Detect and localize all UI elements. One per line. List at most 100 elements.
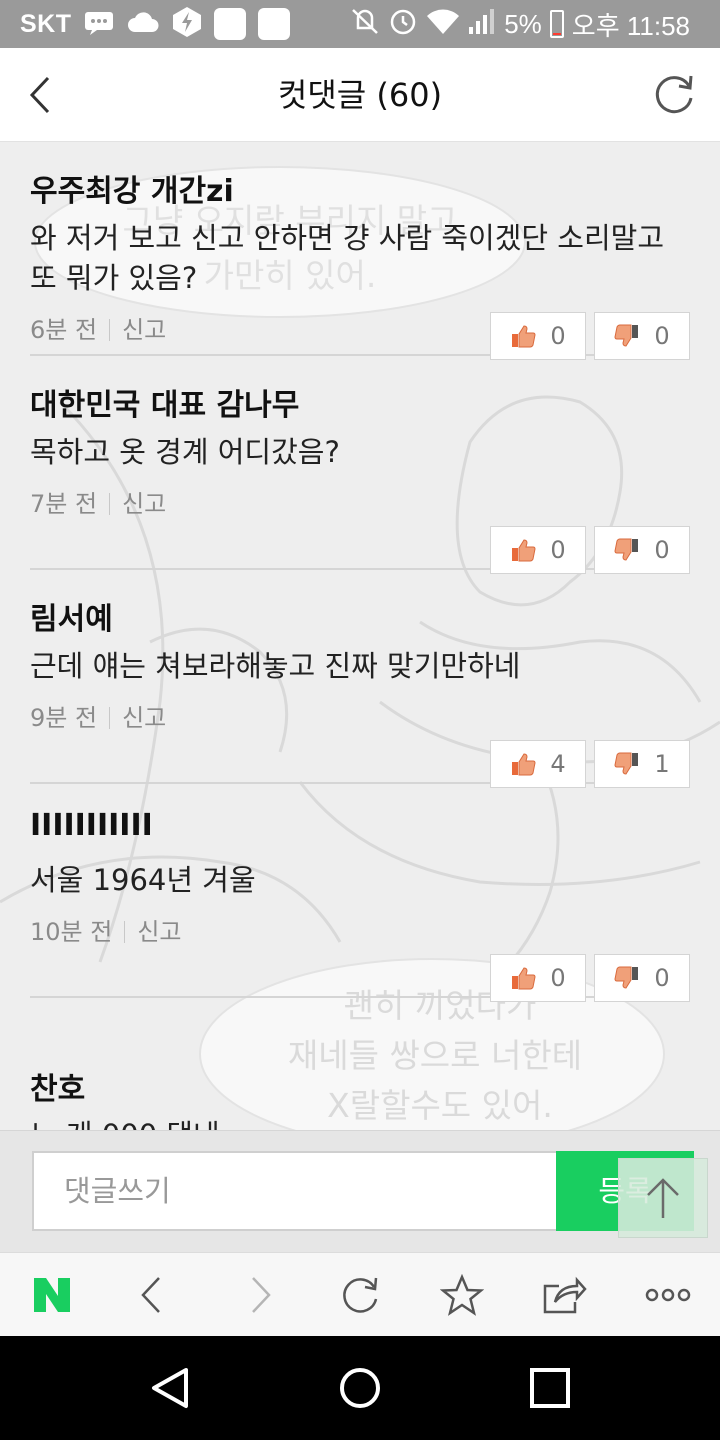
cloud-icon xyxy=(126,10,160,38)
forward-icon xyxy=(252,1277,271,1313)
system-nav-bar xyxy=(0,1336,720,1440)
share-button[interactable] xyxy=(540,1271,588,1319)
system-recents-button[interactable] xyxy=(524,1362,576,1414)
notification-icon xyxy=(257,8,290,40)
status-bar: SKT 5% 오후 11:58 xyxy=(0,0,720,48)
bubble-text: X랄할수도 있어. xyxy=(327,1086,553,1125)
comment-body: 근데 얘는 쳐보라해놓고 진짜 맞기만하네 xyxy=(30,649,521,683)
thumbs-up-icon xyxy=(512,325,536,348)
like-count: 0 xyxy=(550,536,566,564)
page-title: 컷댓글 (60) xyxy=(277,76,443,114)
thumbs-up-icon xyxy=(512,967,536,990)
naver-n-icon xyxy=(34,1278,70,1312)
more-icon xyxy=(645,1288,691,1302)
dislike-count: 0 xyxy=(654,322,670,350)
dislike-button[interactable]: 0 xyxy=(594,954,690,1002)
comment-meta: 9분 전 신고 xyxy=(30,698,166,733)
dislike-count: 0 xyxy=(654,964,670,992)
star-icon xyxy=(440,1274,484,1316)
refresh-button[interactable] xyxy=(652,72,696,116)
comment-list[interactable]: 그냥 오지랖 부리지 말고 가만히 있어. 괜히 끼었다가 재네들 쌍으로 너한… xyxy=(0,142,720,1130)
comment-item: IIIIIIIIIII 서울 1964년 겨울 10분 전 신고 0 0 xyxy=(30,784,690,1002)
divider xyxy=(109,493,111,515)
alarm-icon xyxy=(388,6,418,43)
like-button[interactable]: 0 xyxy=(490,526,586,574)
reload-icon xyxy=(343,1277,378,1313)
comment-author: IIIIIIIIIII xyxy=(30,808,153,843)
comment-item: 우주최강 개간zi 와 저거 보고 신고 안하면 걍 사람 죽이겠단 소리말고 또… xyxy=(30,142,690,360)
share-icon xyxy=(543,1276,587,1314)
comment-time: 7분 전 xyxy=(30,490,98,518)
comment-meta: 7분 전 신고 xyxy=(30,484,166,519)
dislike-count: 1 xyxy=(654,750,670,778)
comment-body: 느 게 000 댓네 xyxy=(30,1112,220,1130)
system-back-button[interactable] xyxy=(144,1362,196,1414)
comment-time: 10분 전 xyxy=(30,918,113,946)
notification-icon xyxy=(213,8,246,40)
browser-toolbar xyxy=(0,1252,720,1336)
comment-author: 찬호 xyxy=(30,1072,86,1107)
power-saving-icon xyxy=(172,6,202,42)
thumbs-up-icon xyxy=(512,539,536,562)
thumbs-down-icon xyxy=(614,966,639,989)
dislike-button[interactable]: 0 xyxy=(594,526,690,574)
dislike-count: 0 xyxy=(654,536,670,564)
comment-time: 9분 전 xyxy=(30,704,98,732)
like-button[interactable]: 4 xyxy=(490,740,586,788)
scroll-to-top-button[interactable] xyxy=(618,1158,708,1238)
like-count: 0 xyxy=(550,322,566,350)
report-link[interactable]: 신고 xyxy=(122,316,166,344)
thumbs-down-icon xyxy=(614,752,639,775)
like-count: 0 xyxy=(550,964,566,992)
dislike-button[interactable]: 1 xyxy=(594,740,690,788)
carrier-label: SKT xyxy=(20,9,72,38)
report-link[interactable]: 신고 xyxy=(122,490,166,518)
comment-author: 대한민국 대표 감나무 xyxy=(30,388,300,423)
dislike-button[interactable]: 0 xyxy=(594,312,690,360)
comment-time: 6분 전 xyxy=(30,316,98,344)
report-link[interactable]: 신고 xyxy=(122,704,166,732)
comment-item: 대한민국 대표 감나무목하고 옷 경계 어디갔음? 7분 전 신고 0 0 xyxy=(30,356,690,574)
comment-input[interactable]: 댓글쓰기 xyxy=(32,1151,558,1231)
like-count: 4 xyxy=(550,750,566,778)
bookmark-button[interactable] xyxy=(438,1271,486,1319)
comment-meta: 10분 전 신고 xyxy=(30,912,182,947)
battery-icon xyxy=(549,10,564,38)
browser-back-button[interactable] xyxy=(128,1271,176,1319)
bubble-text: 재네들 쌍으로 너한테 xyxy=(288,1036,582,1075)
battery-level: 5% xyxy=(504,8,542,39)
back-icon xyxy=(141,1277,160,1313)
divider xyxy=(124,921,126,943)
like-button[interactable]: 0 xyxy=(490,312,586,360)
refresh-icon xyxy=(655,75,693,114)
signal-icon xyxy=(468,7,496,42)
divider xyxy=(109,319,111,341)
circle-home-icon xyxy=(340,1368,380,1408)
divider xyxy=(109,707,111,729)
square-recents-icon xyxy=(530,1368,570,1408)
comment-author: 림서예 xyxy=(30,602,113,637)
browser-forward-button[interactable] xyxy=(236,1271,284,1319)
thumbs-down-icon xyxy=(614,324,639,347)
triangle-back-icon xyxy=(152,1368,188,1408)
thumbs-up-icon xyxy=(512,753,536,776)
clock: 오후 11:58 xyxy=(571,10,690,41)
comment-body: 와 저거 보고 신고 안하면 걍 사람 죽이겠단 소리말고 또 뭐가 있음? xyxy=(30,221,665,295)
more-button[interactable] xyxy=(644,1271,692,1319)
comment-input-bar: 댓글쓰기 등록 xyxy=(0,1130,720,1252)
browser-reload-button[interactable] xyxy=(336,1271,384,1319)
comment-body: 목하고 옷 경계 어디갔음? xyxy=(30,435,340,469)
naver-home-button[interactable] xyxy=(28,1271,76,1319)
system-home-button[interactable] xyxy=(334,1362,386,1414)
comment-meta: 6분 전 신고 xyxy=(30,310,166,345)
mute-icon xyxy=(350,6,380,43)
thumbs-down-icon xyxy=(614,538,639,561)
like-button[interactable]: 0 xyxy=(490,954,586,1002)
header: 컷댓글 (60) xyxy=(0,48,720,142)
comment-body: 서울 1964년 겨울 xyxy=(30,863,256,897)
arrow-up-icon xyxy=(647,1178,679,1218)
message-icon xyxy=(84,9,114,39)
report-link[interactable]: 신고 xyxy=(137,918,181,946)
wifi-icon xyxy=(426,7,460,42)
comment-item: 림서예근데 얘는 쳐보라해놓고 진짜 맞기만하네 9분 전 신고 4 1 xyxy=(30,570,690,788)
